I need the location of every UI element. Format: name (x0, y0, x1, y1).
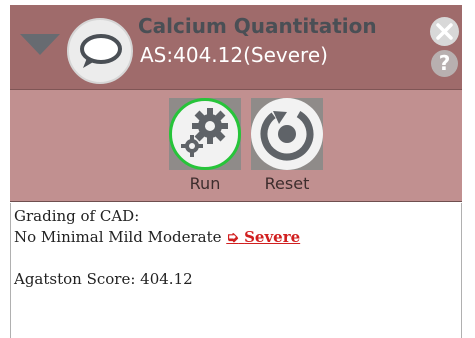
reset-button[interactable]: Reset (249, 96, 325, 200)
panel-subtitle: AS:404.12(Severe) (140, 43, 328, 67)
grading-result: Grading of CAD: No Minimal Mild Moderate… (10, 203, 462, 338)
arrow-right-icon: ➭ (226, 228, 239, 246)
close-icon[interactable] (430, 17, 459, 46)
run-button-face (169, 98, 241, 170)
selected-grade-link[interactable]: ➭ Severe (226, 228, 300, 246)
grading-scale: No Minimal Mild Moderate ➭ Severe (14, 227, 461, 248)
grading-heading: Grading of CAD: (14, 207, 140, 225)
collapse-triangle-icon[interactable] (20, 34, 60, 55)
run-button-label: Run (189, 174, 221, 193)
reset-button-label: Reset (264, 174, 310, 193)
agatston-score: Agatston Score: 404.12 (14, 270, 193, 288)
panel-title: Calcium Quantitation (138, 14, 377, 38)
help-question-icon[interactable]: ? (431, 50, 458, 77)
calcium-quantitation-panel: Calcium Quantitation AS:404.12(Severe) ? (0, 0, 475, 338)
selected-grade-label: Severe (244, 228, 301, 246)
grading-other-grades: No Minimal Mild Moderate (14, 228, 222, 246)
panel-header: Calcium Quantitation AS:404.12(Severe) ? (10, 5, 462, 90)
run-button[interactable]: Run (167, 96, 243, 200)
reset-icon (251, 98, 323, 170)
gears-icon (169, 98, 241, 170)
speech-bubble-icon (67, 18, 133, 84)
action-toolbar: Run Reset (10, 90, 462, 202)
reset-button-face (251, 98, 323, 170)
